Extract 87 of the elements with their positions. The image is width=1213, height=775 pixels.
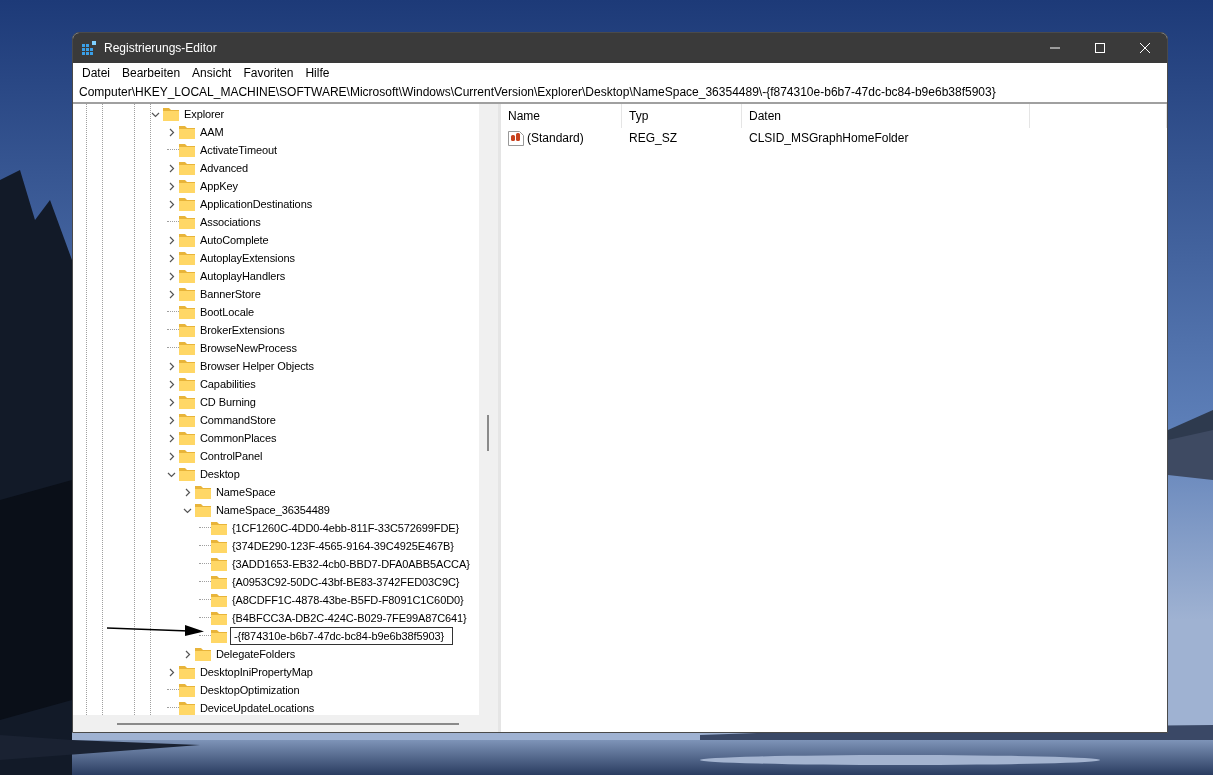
- tree-item[interactable]: AppKey: [199, 180, 239, 192]
- tree-item[interactable]: AutoComplete: [199, 234, 270, 246]
- column-header[interactable]: Name: [501, 104, 622, 128]
- tree-item[interactable]: BannerStore: [199, 288, 262, 300]
- tree-item[interactable]: ActivateTimeout: [199, 144, 278, 156]
- menu-item[interactable]: Bearbeiten: [116, 65, 187, 80]
- folder-icon: [179, 341, 195, 355]
- tree-item[interactable]: Desktop: [199, 468, 241, 480]
- menu-item[interactable]: Ansicht: [186, 65, 238, 80]
- rename-field[interactable]: -{f874310e-b6b7-47dc-bc84-b9e6b38f5903}: [230, 627, 454, 645]
- tree-item[interactable]: DeviceUpdateLocations: [199, 702, 316, 714]
- folder-icon: [163, 107, 179, 121]
- folder-icon: [179, 683, 195, 697]
- folder-icon: [179, 395, 195, 409]
- value-name: (Standard): [527, 131, 584, 145]
- folder-icon: [179, 449, 195, 463]
- window-title: Registrierungs-Editor: [104, 41, 218, 55]
- folder-icon: [179, 161, 195, 175]
- folder-icon: [179, 305, 195, 319]
- folder-icon: [211, 539, 227, 553]
- folder-icon: [179, 233, 195, 247]
- tree-item[interactable]: NameSpace_36354489: [215, 504, 331, 516]
- folder-icon: [211, 521, 227, 535]
- folder-icon: [179, 179, 195, 193]
- tree-item[interactable]: NameSpace: [215, 486, 277, 498]
- tree-item[interactable]: AAM: [199, 126, 225, 138]
- folder-icon: [179, 125, 195, 139]
- tree-item[interactable]: ControlPanel: [199, 450, 264, 462]
- folder-icon: [179, 377, 195, 391]
- vertical-scrollbar[interactable]: [479, 104, 498, 715]
- tree-item[interactable]: Associations: [199, 216, 262, 228]
- tree-item[interactable]: BootLocale: [199, 306, 256, 318]
- tree-item[interactable]: DelegateFolders: [215, 648, 297, 660]
- tree-item[interactable]: ApplicationDestinations: [199, 198, 314, 210]
- menu-item[interactable]: Favoriten: [237, 65, 300, 80]
- folder-icon: [179, 431, 195, 445]
- tree-item[interactable]: DesktopIniPropertyMap: [199, 666, 314, 678]
- menu-item[interactable]: Hilfe: [299, 65, 336, 80]
- tree-item[interactable]: CD Burning: [199, 396, 257, 408]
- value-type: REG_SZ: [628, 131, 678, 145]
- folder-icon: [179, 359, 195, 373]
- folder-icon: [179, 143, 195, 157]
- tree-item[interactable]: AutoplayExtensions: [199, 252, 296, 264]
- tree-item[interactable]: Explorer: [183, 108, 226, 120]
- tree-item[interactable]: {374DE290-123F-4565-9164-39C4925E467B}: [231, 540, 455, 552]
- tree-item[interactable]: BrokerExtensions: [199, 324, 286, 336]
- folder-icon: [211, 611, 227, 625]
- folder-icon: [179, 197, 195, 211]
- folder-icon: [179, 251, 195, 265]
- folder-icon: [179, 467, 195, 481]
- folder-icon: [179, 665, 195, 679]
- tree-item[interactable]: {3ADD1653-EB32-4cb0-BBD7-DFA0ABB5ACCA}: [231, 558, 471, 570]
- tree-item[interactable]: {A0953C92-50DC-43bf-BE83-3742FED03C9C}: [231, 576, 461, 588]
- tree-item[interactable]: CommandStore: [199, 414, 277, 426]
- folder-icon: [179, 323, 195, 337]
- folder-icon: [195, 485, 211, 499]
- tree-item[interactable]: {A8CDFF1C-4878-43be-B5FD-F8091C1C60D0}: [231, 594, 465, 606]
- folder-icon: [211, 629, 227, 643]
- tree-item[interactable]: AutoplayHandlers: [199, 270, 287, 282]
- folder-icon: [211, 593, 227, 607]
- folder-icon: [195, 647, 211, 661]
- address-bar[interactable]: Computer\HKEY_LOCAL_MACHINE\SOFTWARE\Microsoft\Windows\CurrentVersion\Explorer\Desktop\NameSpace_36354489\-{f874310e-b6b7-47dc-bc84-b9e6b38f5903}: [73, 82, 1167, 104]
- folder-icon: [211, 557, 227, 571]
- menu-item[interactable]: Datei: [76, 65, 116, 80]
- string-value-icon: [508, 130, 524, 146]
- maximize-icon[interactable]: [1094, 43, 1105, 53]
- horizontal-scrollbar[interactable]: [73, 715, 498, 732]
- folder-icon: [211, 575, 227, 589]
- folder-icon: [179, 701, 195, 715]
- folder-icon: [179, 269, 195, 283]
- tree-item[interactable]: DesktopOptimization: [199, 684, 301, 696]
- tree-item[interactable]: {B4BFCC3A-DB2C-424C-B029-7FE99A87C641}: [231, 612, 468, 624]
- tree-item[interactable]: BrowseNewProcess: [199, 342, 298, 354]
- folder-icon: [179, 413, 195, 427]
- registry-icon: [82, 41, 96, 55]
- tree-item[interactable]: Advanced: [199, 162, 250, 174]
- column-header[interactable]: Daten: [742, 104, 1030, 128]
- folder-icon: [195, 503, 211, 517]
- tree-item[interactable]: Capabilities: [199, 378, 257, 390]
- column-header[interactable]: Typ: [622, 104, 742, 128]
- folder-icon: [179, 215, 195, 229]
- close-icon[interactable]: [1139, 43, 1150, 53]
- tree-item[interactable]: Browser Helper Objects: [199, 360, 315, 372]
- tree-item[interactable]: {1CF1260C-4DD0-4ebb-811F-33C572699FDE}: [231, 522, 461, 534]
- value-data: CLSID_MSGraphHomeFolder: [748, 131, 910, 145]
- folder-icon: [179, 287, 195, 301]
- tree-item[interactable]: CommonPlaces: [199, 432, 278, 444]
